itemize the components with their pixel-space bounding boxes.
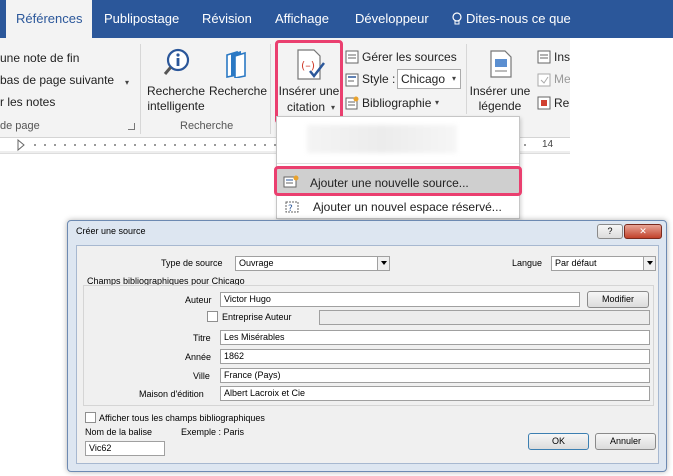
tab-mailings[interactable]: Publipostage [104,0,179,38]
language-value: Par défaut [555,258,597,268]
placeholder-icon: ? [285,200,301,219]
source-type-select[interactable]: Ouvrage [235,256,390,271]
insert-caption-icon [489,50,513,83]
style-value: Chicago [401,72,446,86]
menu-divider [277,163,519,164]
group-label-research: Recherche [180,120,234,132]
bibliography-button[interactable]: Bibliographie [362,96,431,110]
group-label-footnotes: de page [0,120,40,132]
tab-review[interactable]: Révision [202,0,252,38]
language-select[interactable]: Par défaut [551,256,656,271]
close-icon[interactable]: ✕ [624,224,662,239]
corporate-author-checkbox[interactable] [207,311,218,322]
tab-view[interactable]: Affichage [275,0,329,38]
group-divider [466,44,467,114]
researcher-button[interactable]: Recherche [208,84,268,99]
update-table-icon [537,73,551,92]
blurred-citation-preview [307,125,457,153]
modify-button[interactable]: Modifier [587,291,649,308]
lightbulb-icon [451,12,463,26]
insert-citation-button[interactable]: (–) Insérer une citation ▾ [275,40,343,124]
tab-developer[interactable]: Développeur [355,0,429,38]
group-divider [140,44,141,134]
insert-citation-label-1: Insérer une [278,84,340,98]
group-divider [270,44,271,134]
researcher-icon [224,50,250,83]
insert-caption-label-1: Insérer une [469,84,531,98]
add-new-source-label: Ajouter une nouvelle source... [310,176,469,190]
update-table-button[interactable]: Me [554,72,570,86]
corporate-author-field[interactable] [319,310,650,325]
ribbon-tab-bar: Références Publipostage Révision Afficha… [0,0,673,38]
author-label: Auteur [185,295,212,305]
title-field[interactable]: Les Misérables [220,330,650,345]
show-all-fields-checkbox[interactable] [85,412,96,423]
create-source-dialog: Créer une source ? ✕ Type de source Ouvr… [67,220,667,472]
tab-references[interactable]: Références [6,0,93,38]
smart-lookup-label-2: intelligente [147,99,205,113]
chevron-down-icon: ▾ [435,98,440,107]
add-new-source-item[interactable]: Ajouter une nouvelle source... [274,166,522,196]
chevron-down-icon [377,257,389,270]
tag-name-label: Nom de la balise [85,427,153,437]
ruler-mark: 14 [541,139,555,150]
smart-lookup-label-1: Recherche [146,84,206,98]
style-label: Style : [362,72,396,86]
author-field[interactable]: Victor Hugo [220,292,580,307]
svg-text:(–): (–) [301,59,315,72]
insert-caption-label-2: légende [478,99,522,113]
add-placeholder-item[interactable]: Ajouter un nouvel espace réservé... [313,200,502,214]
source-type-value: Ouvrage [239,258,274,268]
manage-sources-button[interactable]: Gérer les sources [362,50,457,64]
smart-lookup-button[interactable]: Recherche intelligente [146,84,206,114]
city-label: Ville [193,371,210,381]
insert-citation-icon: (–) [296,49,326,86]
publisher-field[interactable]: Albert Lacroix et Cie [220,386,650,401]
chevron-down-icon [643,257,655,270]
svg-text:?: ? [288,204,293,214]
show-all-fields-label: Afficher tous les champs bibliographique… [99,413,265,423]
insert-citation-label-2: citation [286,100,326,114]
style-icon [345,73,359,92]
style-combo[interactable]: Chicago ▾ [397,69,461,89]
source-type-label: Type de source [161,258,223,268]
insert-citation-menu: Ajouter une nouvelle source... ? Ajouter… [274,116,522,219]
cancel-button[interactable]: Annuler [595,433,656,450]
insert-table-of-figures-button[interactable]: Ins [554,50,570,64]
insert-caption-button[interactable]: Insérer une légende [469,84,531,114]
ok-button[interactable]: OK [528,433,589,450]
next-footnote-button[interactable]: bas de page suivante [0,73,114,87]
city-field[interactable]: France (Pays) [220,368,650,383]
insert-endnote-button[interactable]: une note de fin [0,51,79,65]
help-button[interactable]: ? [597,224,623,239]
chevron-down-icon: ▾ [125,78,130,87]
cross-reference-button[interactable]: Re [554,96,570,110]
bibliography-icon [345,96,359,115]
dialog-title: Créer une source [76,226,146,236]
smart-lookup-icon [163,48,191,83]
add-source-icon [283,175,299,194]
publisher-label: Maison d'édition [139,389,204,399]
example-text: Exemple : Paris [181,427,245,437]
insert-table-of-figures-icon [537,50,551,69]
year-label: Année [185,352,212,362]
show-notes-button[interactable]: r les notes [0,95,55,109]
corporate-author-label: Entreprise Auteur [222,312,292,322]
tell-me-search[interactable]: Dites-nous ce que v [466,0,572,38]
year-field[interactable]: 1862 [220,349,650,364]
title-label: Titre [193,333,211,343]
chevron-down-icon: ▾ [331,103,336,112]
cross-reference-icon [537,96,551,115]
chevron-down-icon: ▾ [451,74,456,83]
dialog-body: Type de source Ouvrage Langue Par défaut… [76,245,659,464]
manage-sources-icon [345,50,359,69]
language-label: Langue [512,258,543,268]
tag-name-field[interactable]: Vic62 [85,441,165,456]
dialog-launcher-icon[interactable] [128,123,135,130]
